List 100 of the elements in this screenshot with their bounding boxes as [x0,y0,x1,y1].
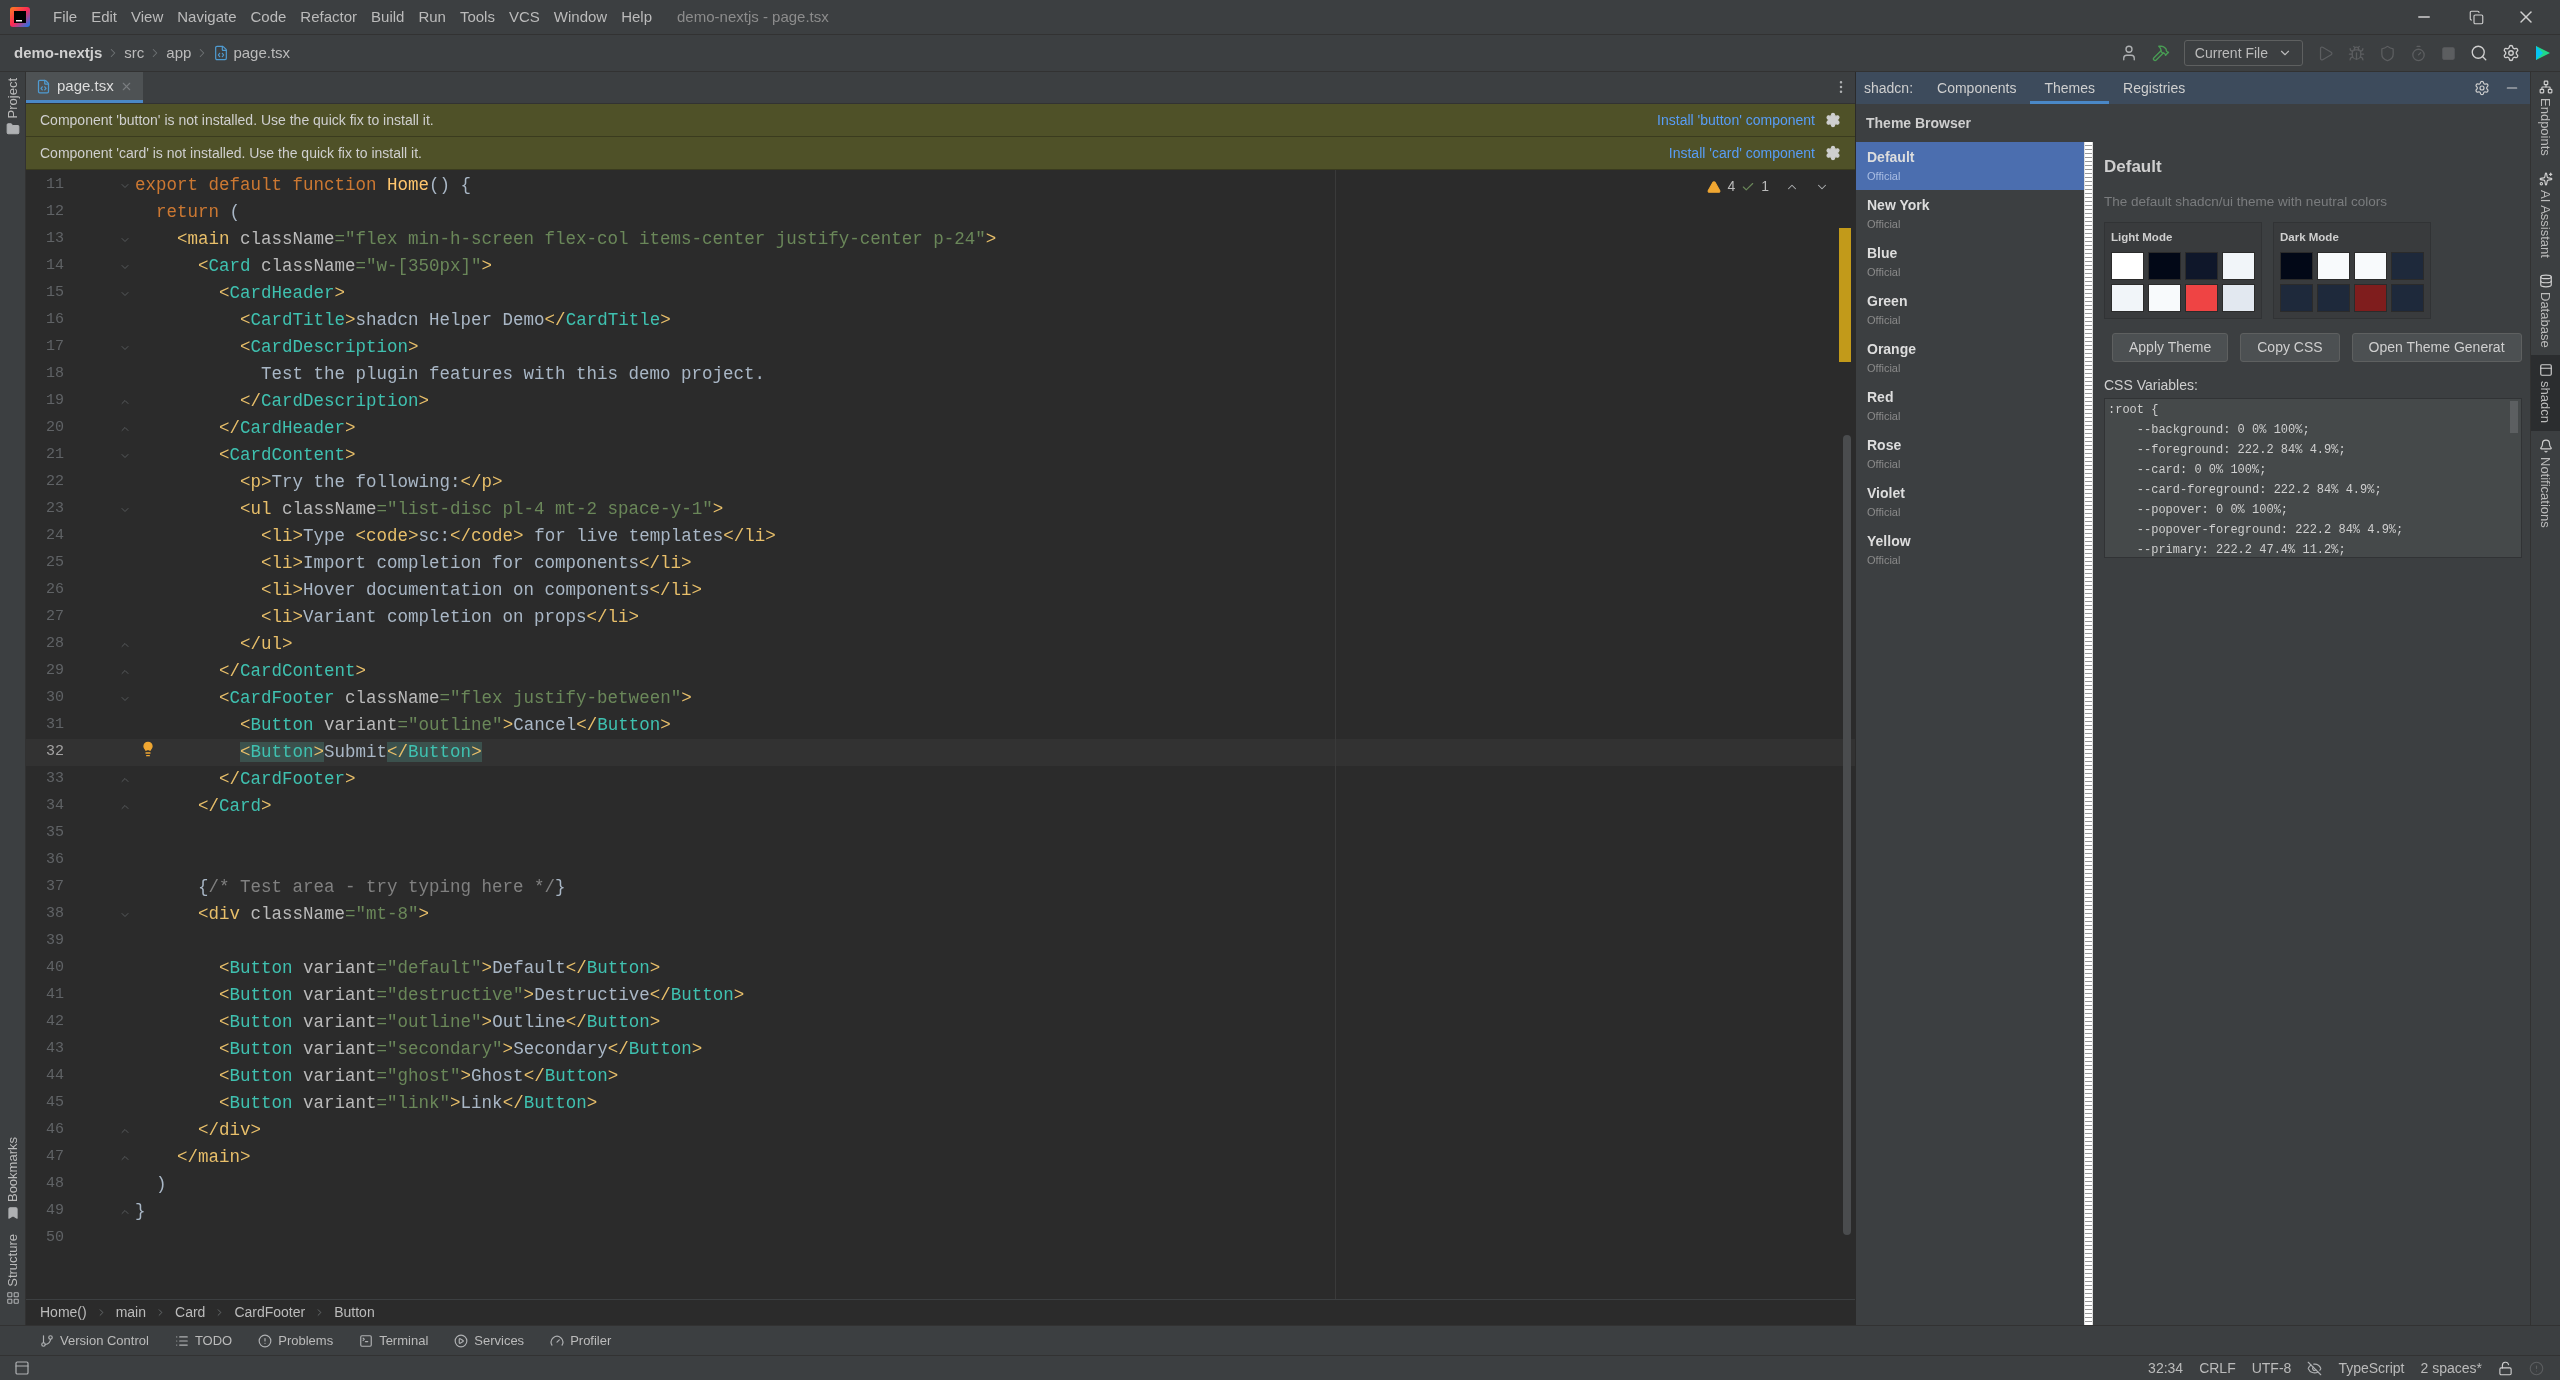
warning-count[interactable]: 4 [1727,176,1736,197]
breadcrumb-item[interactable]: main [115,1302,147,1323]
menu-item[interactable]: Edit [84,5,125,29]
menu-item[interactable]: File [46,5,85,29]
layout-icon[interactable] [14,1360,30,1376]
breadcrumb-item[interactable]: CardFooter [234,1302,306,1323]
menu-item[interactable]: Window [546,5,615,29]
run-configuration-dropdown[interactable]: Current File [2183,40,2303,66]
eye-off-icon[interactable] [2307,1360,2323,1376]
menu-item[interactable]: Build [364,5,412,29]
menu-item[interactable]: Tools [452,5,502,29]
folder-icon[interactable] [5,122,20,137]
path-segment[interactable]: demo-nextjs [14,41,103,65]
path-segment[interactable]: app [166,41,192,65]
lightbulb-icon[interactable] [140,741,156,758]
scrollbar-thumb[interactable] [1843,435,1851,1235]
color-swatch[interactable] [2222,284,2255,312]
menu-item[interactable]: VCS [501,5,547,29]
run-icon[interactable] [2317,44,2334,62]
action-button[interactable]: Apply Theme [2112,333,2229,362]
line-separator[interactable]: CRLF [2199,1357,2236,1379]
theme-item[interactable]: Green Official [1856,286,2084,334]
theme-item[interactable]: Yellow Official [1856,526,2084,574]
tool-window-button[interactable]: AI Assistant [2531,163,2560,266]
color-swatch[interactable] [2148,284,2181,312]
theme-item[interactable]: Default Official [1856,142,2084,190]
color-swatch[interactable] [2317,252,2350,280]
search-icon[interactable] [2470,44,2488,62]
install-link[interactable]: Install 'card' component [1668,142,1815,164]
lock-icon[interactable] [2498,1360,2513,1376]
ide-logo-icon[interactable] [2534,44,2552,62]
theme-item[interactable]: Blue Official [1856,238,2084,286]
color-swatch[interactable] [2280,284,2313,312]
weak-warning-count[interactable]: 1 [1761,176,1769,197]
theme-item[interactable]: Violet Official [1856,478,2084,526]
color-swatch[interactable] [2391,284,2424,312]
structure-icon[interactable] [5,1291,20,1305]
color-swatch[interactable] [2222,252,2255,280]
settings-icon[interactable] [2502,44,2520,62]
action-button[interactable]: Copy CSS [2240,333,2340,362]
profile-icon[interactable] [2410,44,2427,62]
color-swatch[interactable] [2317,284,2350,312]
splitter[interactable] [2084,142,2093,1325]
tool-window-tab[interactable]: Terminal [359,1330,429,1351]
theme-item[interactable]: Orange Official [1856,334,2084,382]
tool-window-tab[interactable]: Profiler [550,1330,612,1351]
restore-icon[interactable] [2469,9,2484,25]
indent-setting[interactable]: 2 spaces* [2420,1357,2482,1379]
menu-item[interactable]: Navigate [170,5,244,29]
color-swatch[interactable] [2280,252,2313,280]
tool-window-tab[interactable]: Version Control [40,1330,149,1351]
tool-window-button[interactable]: shadcn [2531,355,2560,432]
path-segment[interactable]: page.tsx [233,41,291,65]
hammer-icon[interactable] [2151,44,2170,62]
menu-item[interactable]: Code [243,5,294,29]
panel-tab[interactable]: Registries [2109,72,2200,104]
color-swatch[interactable] [2185,252,2218,280]
tool-window-button[interactable]: Database [2531,265,2560,356]
color-swatch[interactable] [2354,252,2387,280]
color-swatch[interactable] [2185,284,2218,312]
settings-icon[interactable] [2474,80,2490,96]
breadcrumb-item[interactable]: Card [175,1302,206,1323]
color-swatch[interactable] [2391,252,2424,280]
color-swatch[interactable] [2354,284,2387,312]
settings-icon[interactable] [1825,112,1841,128]
tool-window-tab[interactable]: Problems [258,1330,334,1351]
alert-icon[interactable] [2529,1360,2544,1376]
menu-item[interactable]: Refactor [293,5,365,29]
theme-item[interactable]: New York Official [1856,190,2084,238]
file-language[interactable]: TypeScript [2338,1357,2405,1379]
tool-window-button[interactable]: Endpoints [2531,72,2560,164]
breadcrumb-item[interactable]: Home() [40,1302,87,1323]
tool-window-label[interactable]: Bookmarks [2,1137,23,1203]
tool-window-label[interactable]: Structure [2,1234,23,1287]
theme-item[interactable]: Red Official [1856,382,2084,430]
color-swatch[interactable] [2111,252,2144,280]
color-swatch[interactable] [2111,284,2144,312]
breadcrumb-item[interactable]: Button [334,1302,375,1323]
menu-item[interactable]: Help [614,5,660,29]
install-link[interactable]: Install 'button' component [1657,109,1815,131]
tool-window-label[interactable]: Project [2,78,23,119]
menu-item[interactable]: Run [411,5,453,29]
tool-window-tab[interactable]: Services [454,1330,525,1351]
theme-item[interactable]: Rose Official [1856,430,2084,478]
tool-window-tab[interactable]: TODO [174,1330,233,1351]
menu-item[interactable]: View [124,5,171,29]
path-segment[interactable]: src [124,41,145,65]
bookmark-icon[interactable] [5,1206,20,1221]
action-button[interactable]: Open Theme Generat [2351,333,2522,362]
stop-icon[interactable] [2441,45,2456,61]
file-encoding[interactable]: UTF-8 [2251,1357,2292,1379]
editor-tab[interactable]: page.tsx [26,72,143,103]
caret-position[interactable]: 32:34 [2148,1357,2184,1379]
tool-window-button[interactable]: Notifications [2531,431,2560,537]
debug-icon[interactable] [2348,44,2365,62]
coverage-icon[interactable] [2379,44,2396,62]
panel-tab[interactable]: Themes [2030,72,2109,104]
settings-icon[interactable] [1825,145,1841,161]
panel-tab[interactable]: Components [1923,72,2031,104]
color-swatch[interactable] [2148,252,2181,280]
